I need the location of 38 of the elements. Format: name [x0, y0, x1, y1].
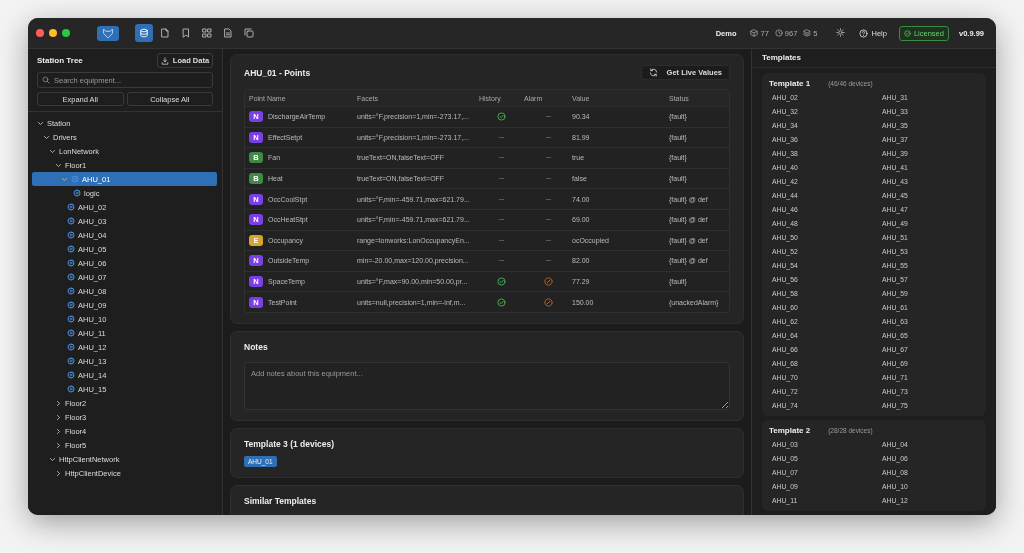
template-name: Template 1: [769, 79, 811, 88]
cube-icon: [750, 29, 759, 37]
grid-icon: [202, 28, 212, 38]
panel-title: Templates: [762, 53, 801, 62]
database-icon: [139, 28, 149, 38]
card-title: Similar Templates: [244, 495, 317, 506]
chevron-down-icon[interactable]: [55, 161, 62, 169]
chevron-down-icon[interactable]: [43, 133, 50, 141]
chevron-right-icon[interactable]: [55, 469, 62, 477]
chevron-down-icon[interactable]: [37, 119, 44, 127]
fox-logo-icon: [97, 25, 119, 41]
bookmark-icon: [181, 28, 191, 38]
panel-title: Station Tree: [37, 56, 83, 65]
help-icon: [858, 28, 868, 38]
sun-icon: [835, 27, 845, 37]
chevron-down-icon[interactable]: [49, 455, 56, 463]
chevron-right-icon[interactable]: [55, 413, 62, 421]
chevron-right-icon[interactable]: [55, 427, 62, 435]
download-icon: [160, 56, 169, 65]
close-window-button[interactable]: [36, 29, 44, 37]
file-icon: [160, 28, 170, 38]
zoom-window-button[interactable]: [62, 29, 70, 37]
refresh-icon: [648, 68, 658, 77]
check-circle-icon: [903, 29, 911, 37]
search-icon: [42, 76, 50, 84]
document-icon: [223, 28, 233, 38]
chevron-down-icon[interactable]: [49, 147, 56, 155]
copy-icon: [244, 28, 254, 38]
card-title: AHU_01 - Points: [244, 67, 311, 78]
clock-icon: [774, 29, 783, 37]
chevron-right-icon[interactable]: [55, 441, 62, 449]
card-title: Notes: [244, 341, 268, 352]
layers-icon: [803, 29, 812, 37]
chevron-right-icon[interactable]: [55, 399, 62, 407]
toolbar-button[interactable]: [135, 24, 153, 42]
template-name: Template 2: [769, 426, 811, 435]
card-title: Template 3 (1 devices): [244, 438, 335, 449]
minimize-window-button[interactable]: [49, 29, 57, 37]
